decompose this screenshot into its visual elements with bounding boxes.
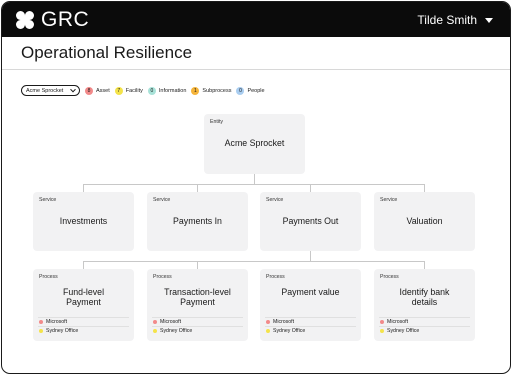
process-links: Microsoft Sydney Office — [265, 317, 356, 335]
facility-dot-icon — [266, 329, 270, 333]
node-name-line-2: details — [411, 297, 438, 307]
app-window: GRC Tilde Smith Operational Resilience A… — [1, 1, 511, 374]
connector-line — [197, 184, 198, 192]
legend-people: 0 People — [236, 86, 265, 95]
chevron-down-icon — [70, 86, 76, 92]
user-name: Tilde Smith — [417, 13, 477, 27]
entity-select-value: Acme Sprocket — [26, 87, 64, 94]
connector-line — [310, 184, 311, 192]
caret-down-icon — [485, 17, 493, 23]
process-node-identify-bank-details[interactable]: Process Identify bank details Microsoft … — [374, 269, 475, 341]
connector-line — [197, 261, 198, 269]
legend-facility: 7 Facility — [114, 86, 143, 95]
process-link-label: Microsoft — [387, 319, 409, 325]
facility-dot-icon — [153, 329, 157, 333]
node-kind-label: Process — [266, 274, 285, 280]
node-name: Acme Sprocket — [224, 138, 285, 148]
legend-label: Information — [158, 87, 187, 94]
process-links: Microsoft Sydney Office — [379, 317, 470, 335]
process-link-item[interactable]: Sydney Office — [265, 326, 356, 335]
user-menu[interactable]: Tilde Smith — [417, 13, 493, 27]
logo-icon — [15, 10, 35, 30]
asset-dot-icon — [153, 320, 157, 324]
top-bar: GRC Tilde Smith — [2, 2, 510, 37]
header-divider — [2, 69, 510, 70]
asset-dot-icon — [39, 320, 43, 324]
process-link-item[interactable]: Microsoft — [38, 317, 129, 326]
process-link-item[interactable]: Microsoft — [265, 317, 356, 326]
node-name: Valuation — [406, 216, 443, 226]
process-node-transaction-level-payment[interactable]: Process Transaction-level Payment Micros… — [147, 269, 248, 341]
legend-count-badge: 1 — [191, 86, 200, 95]
connector-line — [254, 174, 255, 184]
process-link-label: Sydney Office — [273, 328, 306, 334]
process-link-item[interactable]: Microsoft — [379, 317, 470, 326]
process-link-label: Sydney Office — [160, 328, 193, 334]
facility-dot-icon — [39, 329, 43, 333]
connector-line — [83, 184, 84, 192]
node-kind-label: Entity — [210, 119, 223, 125]
node-kind-label: Process — [380, 274, 399, 280]
node-name-line-1: Identify bank — [399, 287, 450, 297]
node-kind-label: Service — [153, 197, 171, 203]
legend-count-badge: 0 — [236, 86, 245, 95]
node-kind-label: Process — [153, 274, 172, 280]
entity-select[interactable]: Acme Sprocket — [21, 85, 80, 96]
app-logo[interactable]: GRC — [15, 9, 89, 30]
process-link-item[interactable]: Microsoft — [152, 317, 243, 326]
process-links: Microsoft Sydney Office — [152, 317, 243, 335]
process-link-item[interactable]: Sydney Office — [38, 326, 129, 335]
service-node-valuation[interactable]: Service Valuation — [374, 192, 475, 251]
legend-label: Facility — [125, 87, 143, 94]
process-node-payment-value[interactable]: Process Payment value Microsoft Sydney O… — [260, 269, 361, 341]
app-name: GRC — [41, 8, 90, 31]
asset-dot-icon — [266, 320, 270, 324]
node-name-line-1: Transaction-level — [164, 287, 231, 297]
connector-line — [424, 261, 425, 269]
process-link-label: Microsoft — [273, 319, 295, 325]
filter-row: Acme Sprocket 8 Asset 7 Facility 0 Infor… — [21, 85, 265, 96]
legend-label: Subprocess — [202, 87, 232, 94]
node-name: Payments Out — [282, 216, 339, 226]
legend-label: People — [247, 87, 265, 94]
connector-line — [424, 184, 425, 192]
process-link-item[interactable]: Sydney Office — [379, 326, 470, 335]
legend-count-badge: 7 — [114, 86, 123, 95]
legend-count-badge: 8 — [85, 86, 93, 95]
node-name: Payments In — [173, 216, 222, 226]
node-kind-label: Service — [39, 197, 57, 203]
node-name-line-1: Fund-level — [62, 287, 105, 297]
service-node-payments-in[interactable]: Service Payments In — [147, 192, 248, 251]
process-link-label: Microsoft — [160, 319, 182, 325]
service-node-investments[interactable]: Service Investments — [33, 192, 134, 251]
legend-subprocess: 1 Subprocess — [191, 86, 232, 95]
legend-count-badge: 0 — [147, 86, 156, 95]
asset-dot-icon — [380, 320, 384, 324]
node-kind-label: Service — [380, 197, 398, 203]
process-link-item[interactable]: Sydney Office — [152, 326, 243, 335]
process-link-label: Microsoft — [46, 319, 68, 325]
node-name-line-1: Payment value — [281, 287, 340, 297]
service-node-payments-out[interactable]: Service Payments Out — [260, 192, 361, 251]
legend-asset: 8 Asset — [85, 86, 110, 95]
legend-information: 0 Information — [147, 86, 187, 95]
node-name-line-2: Payment — [180, 297, 215, 307]
page-title: Operational Resilience — [21, 43, 193, 62]
process-link-label: Sydney Office — [46, 328, 79, 334]
process-links: Microsoft Sydney Office — [38, 317, 129, 335]
node-kind-label: Service — [266, 197, 284, 203]
connector-line — [310, 251, 311, 261]
process-node-fund-level-payment[interactable]: Process Fund-level Payment Microsoft Syd… — [33, 269, 134, 341]
node-name: Investments — [59, 216, 108, 226]
connector-line — [83, 184, 425, 185]
legend-label: Asset — [96, 87, 110, 94]
connector-line — [83, 261, 425, 262]
connector-line — [83, 261, 84, 269]
entity-node[interactable]: Entity Acme Sprocket — [204, 114, 305, 174]
node-kind-label: Process — [39, 274, 58, 280]
node-name-line-2: Payment — [66, 297, 101, 307]
facility-dot-icon — [380, 329, 384, 333]
process-link-label: Sydney Office — [387, 328, 420, 334]
